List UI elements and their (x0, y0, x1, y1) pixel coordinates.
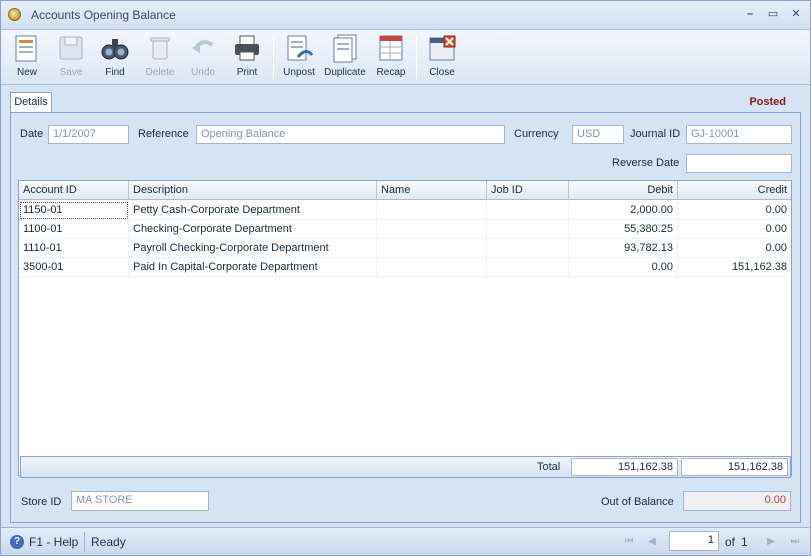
credit-cell[interactable]: 151,162.38 (678, 258, 791, 277)
job-id-cell[interactable] (487, 239, 569, 258)
column-debit[interactable]: Debit (569, 181, 678, 200)
reference-field[interactable]: Opening Balance (196, 125, 505, 144)
recap-button[interactable]: Recap (374, 33, 408, 83)
help-icon[interactable]: ? (10, 535, 24, 549)
account-id-cell[interactable]: 1100-01 (19, 220, 129, 239)
print-button[interactable]: Print (230, 33, 264, 83)
page-count: 1 (741, 535, 748, 549)
debit-cell[interactable]: 93,782.13 (569, 239, 678, 258)
duplicate-icon (330, 33, 360, 63)
store-id-field[interactable]: MA STORE (71, 491, 209, 511)
account-id-cell[interactable]: 3500-01 (19, 258, 129, 277)
column-credit[interactable]: Credit (678, 181, 791, 200)
name-cell[interactable] (377, 220, 487, 239)
name-cell[interactable] (377, 201, 487, 220)
save-button[interactable]: Save (54, 33, 88, 83)
delete-button[interactable]: Delete (142, 33, 178, 83)
close-button[interactable]: Close (425, 33, 459, 83)
page-number-input[interactable]: 1 (669, 531, 719, 551)
binoculars-icon (100, 33, 130, 63)
name-cell[interactable] (377, 239, 487, 258)
maximize-icon[interactable]: ▭ (766, 7, 780, 21)
app-icon (8, 8, 21, 21)
description-cell[interactable]: Petty Cash-Corporate Department (129, 201, 377, 220)
window-title: Accounts Opening Balance (31, 8, 176, 22)
trash-icon (145, 33, 175, 63)
of-label: of (725, 535, 736, 549)
last-page-icon[interactable]: ⏭ (788, 535, 802, 549)
column-description[interactable]: Description (129, 181, 377, 200)
debit-cell[interactable]: 0.00 (569, 258, 678, 277)
status-divider (84, 532, 85, 552)
credit-cell[interactable]: 0.00 (678, 239, 791, 258)
duplicate-button[interactable]: Duplicate (323, 33, 367, 83)
debit-cell[interactable]: 55,380.25 (569, 220, 678, 239)
total-credit: 151,162.38 (681, 458, 788, 476)
help-label[interactable]: F1 - Help (29, 535, 78, 549)
close-window-icon[interactable]: ✕ (789, 7, 803, 21)
status-text: Ready (91, 535, 126, 549)
status-badge: Posted (749, 96, 786, 108)
account-id-cell[interactable]: 1110-01 (19, 239, 129, 258)
new-document-icon (12, 33, 42, 63)
accounts-opening-balance-window: Accounts Opening Balance – ▭ ✕ New Save … (0, 0, 811, 556)
job-id-cell[interactable] (487, 258, 569, 277)
credit-cell[interactable]: 0.00 (678, 220, 791, 239)
title-bar: Accounts Opening Balance – ▭ ✕ (1, 1, 810, 30)
table-row[interactable]: 1100-01 Checking-Corporate Department 55… (19, 220, 791, 239)
debit-cell[interactable]: 2,000.00 (569, 201, 678, 220)
reverse-date-label: Reverse Date (612, 157, 680, 169)
reference-label: Reference (138, 128, 189, 140)
journal-grid: Account ID Description Name Job ID Debit… (18, 180, 792, 476)
first-page-icon[interactable]: ⏮ (622, 535, 636, 549)
undo-arrow-icon (188, 33, 218, 63)
description-cell[interactable]: Paid In Capital-Corporate Department (129, 258, 377, 277)
totals-bar: Total 151,162.38 151,162.38 (20, 456, 791, 478)
column-name[interactable]: Name (377, 181, 487, 200)
credit-cell[interactable]: 0.00 (678, 201, 791, 220)
currency-field[interactable]: USD (572, 125, 624, 144)
description-cell[interactable]: Checking-Corporate Department (129, 220, 377, 239)
date-label: Date (20, 128, 44, 140)
out-of-balance-value: 0.00 (683, 491, 791, 511)
journal-id-label: Journal ID (630, 128, 681, 140)
next-page-icon[interactable]: ▶ (764, 535, 778, 549)
table-row[interactable]: 3500-01 Paid In Capital-Corporate Depart… (19, 258, 791, 277)
column-job-id[interactable]: Job ID (487, 181, 569, 200)
close-form-icon (427, 33, 457, 63)
job-id-cell[interactable] (487, 201, 569, 220)
name-cell[interactable] (377, 258, 487, 277)
store-id-label: Store ID (21, 496, 62, 508)
undo-button[interactable]: Undo (186, 33, 220, 83)
table-row[interactable]: 1150-01 Petty Cash-Corporate Department … (19, 201, 791, 220)
toolbar-separator (273, 36, 274, 80)
description-cell[interactable]: Payroll Checking-Corporate Department (129, 239, 377, 258)
toolbar-separator (416, 36, 417, 80)
total-label: Total (537, 461, 561, 473)
date-field[interactable]: 1/1/2007 (48, 125, 129, 144)
recap-grid-icon (376, 33, 406, 63)
total-debit: 151,162.38 (571, 458, 678, 476)
new-button[interactable]: New (9, 33, 45, 83)
account-id-cell[interactable]: 1150-01 (19, 201, 129, 220)
unpost-button[interactable]: Unpost (281, 33, 317, 83)
column-account-id[interactable]: Account ID (19, 181, 129, 200)
tab-details[interactable]: Details (10, 92, 52, 113)
unpost-icon (284, 33, 314, 63)
out-of-balance-label: Out of Balance (601, 496, 674, 508)
status-bar: ? F1 - Help Ready ⏮ ◀ 1 of 1 ▶ ⏭ (1, 527, 810, 555)
table-row[interactable]: 1110-01 Payroll Checking-Corporate Depar… (19, 239, 791, 258)
grid-header: Account ID Description Name Job ID Debit… (19, 181, 791, 200)
find-button[interactable]: Find (97, 33, 133, 83)
printer-icon (232, 33, 262, 63)
minimize-icon[interactable]: – (743, 7, 757, 21)
job-id-cell[interactable] (487, 220, 569, 239)
previous-page-icon[interactable]: ◀ (645, 535, 659, 549)
reverse-date-field[interactable] (686, 154, 792, 173)
currency-label: Currency (514, 128, 559, 140)
save-disk-icon (56, 33, 86, 63)
journal-id-field[interactable]: GJ-10001 (686, 125, 792, 144)
toolbar: New Save Find Delete Undo Print Unpost D… (1, 30, 810, 85)
